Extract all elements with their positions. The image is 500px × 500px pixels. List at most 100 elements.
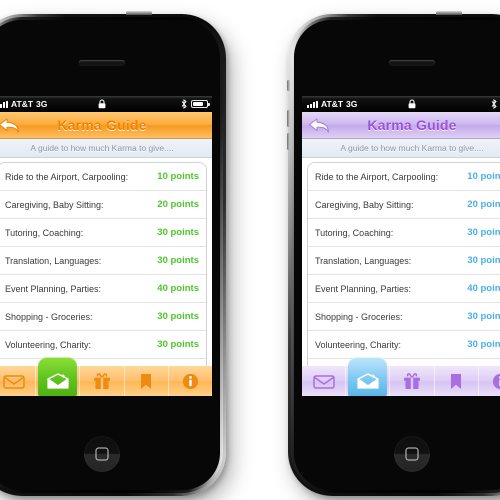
row-label: Ride to the Airport, Carpooling:: [5, 171, 129, 182]
page-title: Karma Guide: [57, 117, 147, 133]
table-row[interactable]: Shopping - Groceries: 30 points: [308, 303, 500, 331]
ring-silent-switch[interactable]: [287, 80, 290, 91]
table-row[interactable]: Event Planning, Parties: 40 points: [0, 275, 206, 303]
table-row[interactable]: Event Planning, Parties: 40 points: [308, 275, 500, 303]
carrier-label: AT&T: [11, 99, 34, 109]
row-label: Event Planning, Parties:: [315, 283, 412, 294]
row-label: Tutoring, Coaching:: [5, 227, 84, 238]
bluetooth-icon: [491, 99, 497, 109]
screen-right: AT&T 3G Karma Guide A guide to how much …: [302, 96, 500, 396]
tab-info[interactable]: [169, 366, 212, 396]
tab-info[interactable]: [479, 366, 500, 396]
row-label: Caregiving, Baby Sitting:: [5, 199, 104, 210]
table-row[interactable]: Tutoring, Coaching: 30 points: [308, 219, 500, 247]
table-row[interactable]: Ride to the Airport, Carpooling: 10 poin…: [308, 163, 500, 191]
row-points: 20 points: [157, 199, 199, 210]
status-left-group: AT&T 3G: [302, 99, 357, 109]
row-points: 30 points: [157, 227, 199, 238]
phone-face: AT&T 3G Karma Guide A guide to how much …: [294, 20, 500, 490]
table-row[interactable]: Caregiving, Baby Sitting: 20 points: [308, 191, 500, 219]
tab-envelope-star[interactable]: [36, 357, 81, 396]
home-square-icon: [405, 447, 419, 461]
earpiece-speaker: [79, 60, 125, 65]
row-points: 10 points: [157, 171, 199, 182]
row-label: Ride to the Airport, Carpooling:: [315, 171, 439, 182]
table-row[interactable]: Computer Help, High-Tech: 30 points: [0, 359, 206, 366]
back-arrow-icon[interactable]: [0, 115, 22, 135]
earpiece-speaker: [389, 60, 435, 65]
nav-bar: Karma Guide: [0, 112, 212, 139]
tab-bar: [302, 357, 500, 396]
row-points: 30 points: [157, 339, 199, 350]
table-row[interactable]: Volunteering, Charity: 30 points: [0, 331, 206, 359]
table-row[interactable]: Translation, Languages: 30 points: [308, 247, 500, 275]
tab-bar: [0, 357, 212, 396]
row-label: Caregiving, Baby Sitting:: [315, 199, 414, 210]
row-points: 30 points: [157, 311, 199, 322]
karma-guide-list[interactable]: Ride to the Airport, Carpooling: 10 poin…: [0, 162, 207, 366]
power-button-left[interactable]: [126, 11, 152, 15]
network-label: 3G: [346, 99, 358, 109]
row-label: Volunteering, Charity:: [315, 339, 402, 350]
row-points: 30 points: [467, 339, 500, 350]
screen-left: AT&T 3G Karma Guide A guide to how much …: [0, 96, 212, 396]
power-button-right[interactable]: [436, 11, 462, 15]
tab-gift[interactable]: [80, 366, 125, 396]
tab-gift[interactable]: [390, 366, 435, 396]
network-label: 3G: [36, 99, 48, 109]
row-points: 30 points: [467, 227, 500, 238]
row-points: 40 points: [467, 283, 500, 294]
table-row[interactable]: Translation, Languages: 30 points: [0, 247, 206, 275]
back-arrow-icon[interactable]: [306, 115, 332, 135]
page-title: Karma Guide: [367, 117, 457, 133]
subtitle-bar: A guide to how much Karma to give....: [0, 139, 212, 158]
row-label: Shopping - Groceries:: [315, 311, 403, 322]
row-label: Tutoring, Coaching:: [315, 227, 394, 238]
phone-right-purple: AT&T 3G Karma Guide A guide to how much …: [287, 11, 500, 496]
table-row[interactable]: Tutoring, Coaching: 30 points: [0, 219, 206, 247]
home-square-icon: [95, 447, 109, 461]
list-container: Ride to the Airport, Carpooling: 10 poin…: [302, 158, 500, 366]
row-label: Event Planning, Parties:: [5, 283, 102, 294]
row-points: 30 points: [467, 311, 500, 322]
karma-guide-list[interactable]: Ride to the Airport, Carpooling: 10 poin…: [307, 162, 500, 366]
subtitle-bar: A guide to how much Karma to give....: [302, 139, 500, 158]
tab-envelope-star[interactable]: [346, 357, 391, 396]
row-label: Shopping - Groceries:: [5, 311, 93, 322]
table-row[interactable]: Volunteering, Charity: 30 points: [308, 331, 500, 359]
status-bar: AT&T 3G: [0, 96, 212, 112]
tab-envelope[interactable]: [302, 366, 347, 396]
tab-bookmark[interactable]: [125, 366, 169, 396]
row-label: Translation, Languages:: [315, 255, 412, 266]
status-right-group: [491, 96, 500, 112]
phone-face: AT&T 3G Karma Guide A guide to how much …: [0, 20, 220, 490]
battery-icon: [191, 100, 210, 108]
row-points: 40 points: [157, 283, 199, 294]
tab-bookmark[interactable]: [435, 366, 479, 396]
table-row[interactable]: Shopping - Groceries: 30 points: [0, 303, 206, 331]
table-row[interactable]: Ride to the Airport, Carpooling: 10 poin…: [0, 163, 206, 191]
status-left-group: AT&T 3G: [0, 99, 47, 109]
table-row[interactable]: Computer Help, High-Tech: 30 points: [308, 359, 500, 366]
row-label: Volunteering, Charity:: [5, 339, 92, 350]
status-right-group: [181, 96, 210, 112]
carrier-label: AT&T: [321, 99, 344, 109]
volume-down-button[interactable]: [287, 133, 290, 150]
row-points: 10 points: [467, 171, 500, 182]
list-container: Ride to the Airport, Carpooling: 10 poin…: [0, 158, 212, 366]
row-points: 20 points: [467, 199, 500, 210]
home-button[interactable]: [84, 436, 120, 472]
status-bar: AT&T 3G: [302, 96, 500, 112]
signal-bars-icon: [307, 100, 318, 108]
bluetooth-icon: [181, 99, 187, 109]
nav-bar: Karma Guide: [302, 112, 500, 139]
home-button[interactable]: [394, 436, 430, 472]
row-points: 30 points: [467, 255, 500, 266]
tab-envelope[interactable]: [0, 366, 37, 396]
volume-up-button[interactable]: [287, 110, 290, 127]
row-points: 30 points: [157, 255, 199, 266]
row-label: Translation, Languages:: [5, 255, 102, 266]
phone-left-orange: AT&T 3G Karma Guide A guide to how much …: [0, 11, 226, 496]
signal-bars-icon: [0, 100, 8, 108]
table-row[interactable]: Caregiving, Baby Sitting: 20 points: [0, 191, 206, 219]
